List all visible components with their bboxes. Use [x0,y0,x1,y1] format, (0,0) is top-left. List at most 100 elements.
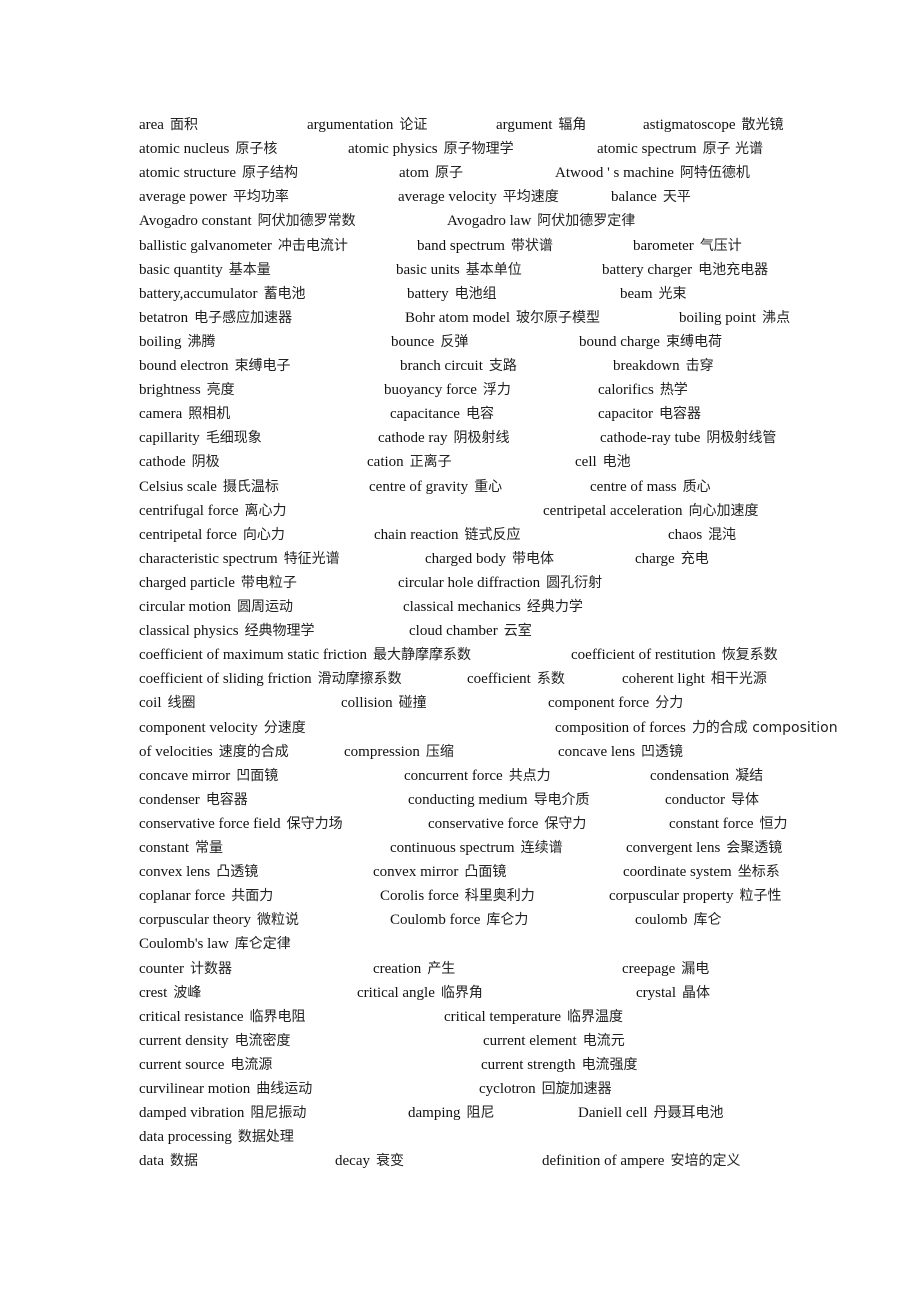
glossary-entry: convex lens 凸透镜 [139,861,258,883]
glossary-entry: barometer 气压计 [633,235,742,257]
glossary-line: bound electron 束缚电子 branch circuit 支路 breakd… [0,355,920,377]
chinese-translation: 电容 [465,406,494,423]
chinese-translation: 论证 [399,117,428,133]
chinese-translation: 束缚电荷 [665,333,722,350]
english-term: cyclotron [479,1081,536,1097]
glossary-entry: Daniell cell 丹聂耳电池 [578,1102,724,1124]
english-term: battery charger [602,261,693,278]
chinese-translation: 击穿 [685,358,714,374]
chinese-translation: 重心 [474,478,503,495]
chinese-translation: 原子核 [235,141,278,158]
chinese-translation: 临界角 [440,984,483,1001]
glossary-entry: coulomb 库仑 [635,909,722,931]
english-term: cathode-ray tube [600,430,701,447]
chinese-translation: 分速度 [263,719,306,736]
glossary-entry: constant 常量 [139,837,223,859]
chinese-translation: 安培的定义 [670,1153,741,1170]
chinese-translation: 浮力 [482,382,511,399]
chinese-translation: 充电 [680,550,709,567]
glossary-entry: corpuscular theory 微粒说 [139,909,299,931]
glossary-line: constant 常量 continuous spectrum 连续谱 converge… [0,837,920,859]
glossary-entry: crest 波峰 [139,982,201,1004]
glossary-entry: creation 产生 [373,958,455,980]
glossary-entry: cyclotron 回旋加速器 [479,1078,612,1100]
chinese-translation: 回旋加速器 [541,1081,612,1097]
glossary-line: coil 线圈 collision 碰撞 component force 分力 [0,692,920,714]
english-term: curvilinear motion [139,1081,251,1097]
glossary-line: corpuscular theory 微粒说 Coulomb force 库仑力 cou… [0,909,920,931]
glossary-line: basic quantity 基本量 basic units 基本单位 battery … [0,259,920,281]
glossary-entry: centrifugal force 离心力 [139,500,287,522]
chinese-translation: 阻尼振动 [250,1105,307,1122]
english-term: bound charge [579,333,660,350]
chinese-translation: 摄氏温标 [222,478,279,495]
glossary-entry: condenser 电容器 [139,789,248,811]
glossary-entry: cathode ray 阴极射线 [378,427,510,449]
glossary-entry: decay 衰变 [335,1150,404,1172]
english-term: atomic spectrum [597,141,697,158]
glossary-entry: coherent light 相干光源 [622,668,767,690]
glossary-entry: coplanar force 共面力 [139,885,273,907]
glossary-entry: centripetal acceleration 向心加速度 [543,500,759,522]
english-term: of velocities [139,743,213,760]
glossary-entry: conservative force 保守力 [428,813,586,835]
glossary-entry: Atwood ' s machine 阿特伍德机 [555,162,750,184]
english-term: band spectrum [417,237,505,254]
chinese-translation: 经典力学 [526,599,583,615]
chinese-translation: 离心力 [244,502,287,519]
english-term: average velocity [398,189,497,206]
glossary-entry: boiling point 沸点 [679,307,790,329]
glossary-entry: atomic spectrum 原子 光谱 [597,138,763,160]
english-term: current source [139,1056,225,1073]
english-term: compression [344,743,420,760]
english-term: creation [373,960,422,977]
glossary-entry: centre of mass 质心 [590,476,711,498]
glossary-entry: composition of forces 力的合成 composition [555,717,838,739]
chinese-translation: 沸腾 [187,333,216,350]
glossary-entry: convex mirror 凸面镜 [373,861,506,883]
glossary-entry: current element 电流元 [483,1030,625,1052]
english-term: cathode ray [378,430,448,447]
english-term: argumentation [307,117,394,133]
glossary-line: Coulomb's law 库仑定律 [0,933,920,955]
glossary-entry: data 数据 [139,1150,198,1172]
chinese-translation: 速度的合成 [218,743,289,760]
english-term: betatron [139,309,189,326]
english-term: atomic structure [139,165,237,182]
glossary-entry: coordinate system 坐标系 [623,861,780,883]
english-term: critical angle [357,984,435,1001]
english-term: component force [548,695,650,712]
english-term: battery [407,285,449,302]
english-term: coefficient [467,671,531,688]
english-term: circular motion [139,599,232,615]
chinese-translation: 平均速度 [502,189,559,206]
english-term: Avogadro law [447,213,532,230]
chinese-translation: 共点力 [508,767,551,784]
english-term: conducting medium [408,791,528,808]
glossary-entry: component velocity 分速度 [139,717,306,739]
english-term: Atwood ' s machine [555,165,674,182]
chinese-translation: 毛细现象 [205,430,262,447]
chinese-translation: 库仑 [693,912,722,929]
chinese-translation: 电子感应加速器 [194,309,293,326]
english-term: breakdown [613,358,680,374]
glossary-entry: camera 照相机 [139,403,230,425]
chinese-translation: 坐标系 [737,864,780,881]
english-term: atomic physics [348,141,438,158]
glossary-entry: charged particle 带电粒子 [139,572,297,594]
english-term: convex lens [139,864,211,881]
english-term: classical mechanics [403,599,521,615]
english-term: average power [139,189,227,206]
glossary-line: average power 平均功率 average velocity 平均速度 bal… [0,186,920,208]
chinese-translation: 特征光谱 [283,550,340,567]
english-term: beam [620,285,653,302]
english-term: critical temperature [444,1008,562,1025]
chinese-translation: 向心加速度 [688,502,759,519]
chinese-translation: 经典物理学 [244,623,315,640]
glossary-entry: collision 碰撞 [341,692,427,714]
english-term: centrifugal force [139,502,239,519]
glossary-line: centripetal force 向心力 chain reaction 链式反应 ch… [0,524,920,546]
english-term: boiling point [679,309,757,326]
english-term: Coulomb force [390,912,481,929]
chinese-translation: 压缩 [425,743,454,760]
